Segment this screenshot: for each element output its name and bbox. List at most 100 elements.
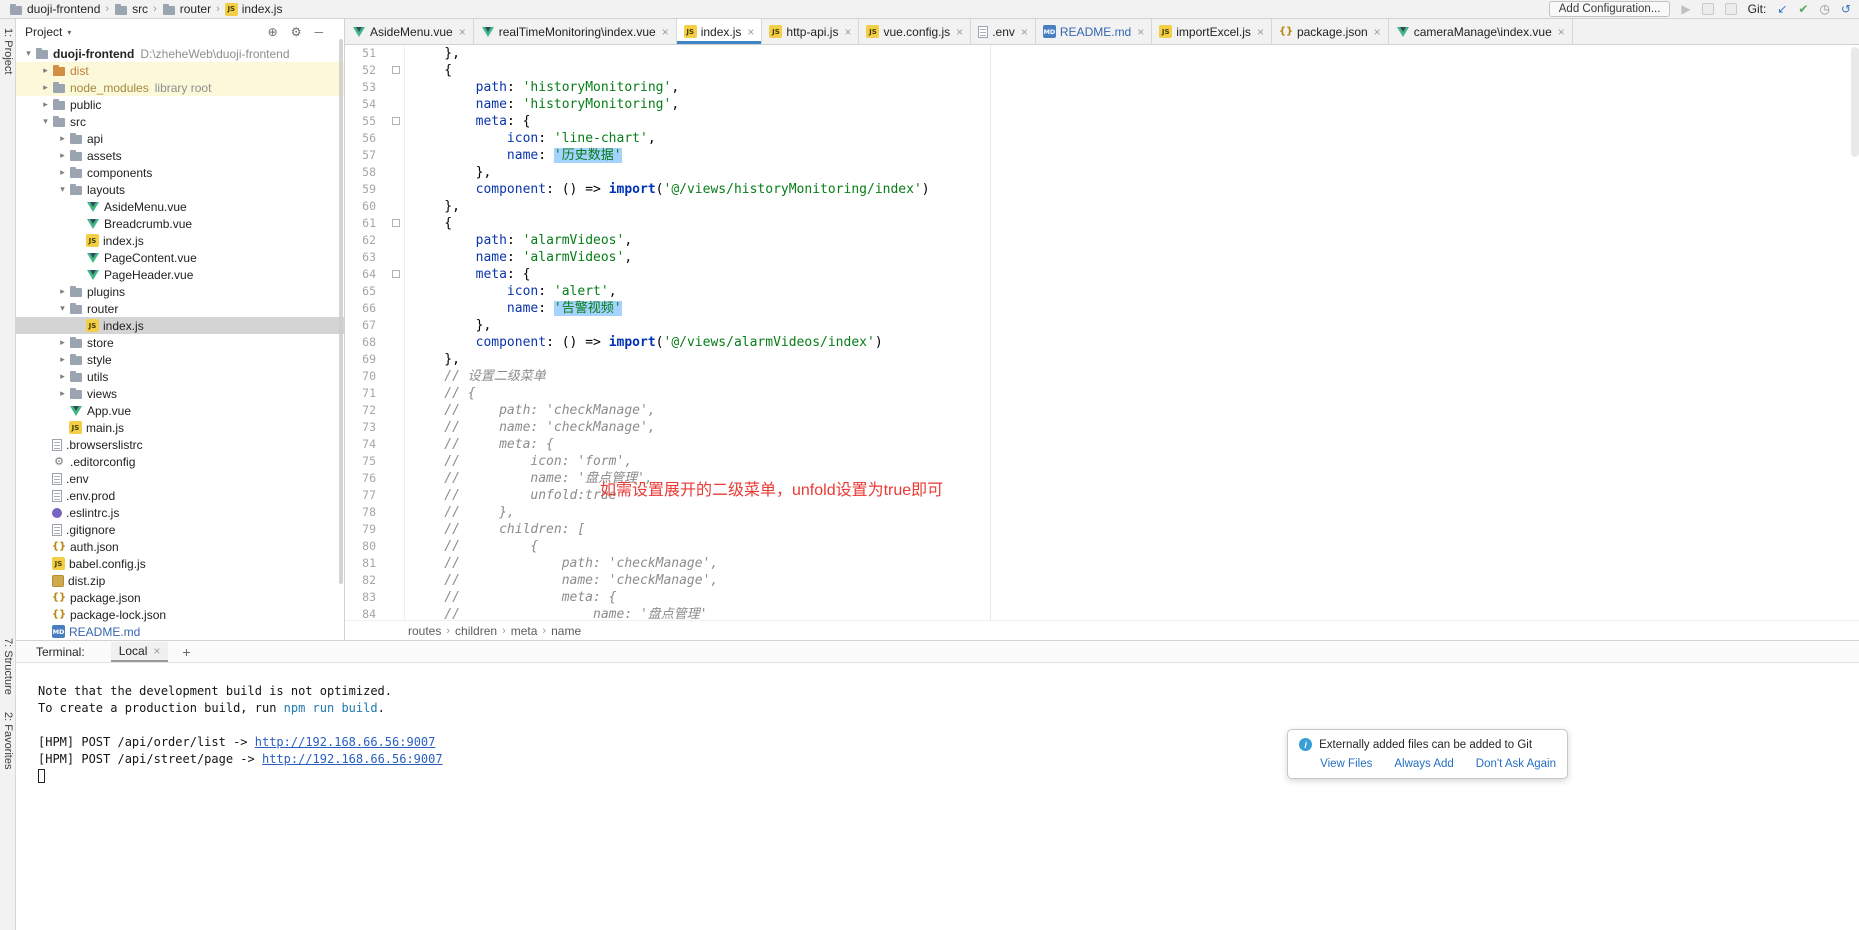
tree-item-api[interactable]: ▸api — [16, 130, 344, 147]
breadcrumb-item-children[interactable]: children — [455, 624, 497, 638]
project-view-selector[interactable]: Project ▾ — [25, 25, 71, 39]
tree-item-src[interactable]: ▾src — [16, 113, 344, 130]
tab-index-js[interactable]: JSindex.js× — [677, 19, 763, 44]
close-icon[interactable]: × — [459, 27, 466, 37]
git-rollback-icon[interactable]: ↺ — [1841, 3, 1851, 15]
notification-action-view-files[interactable]: View Files — [1320, 758, 1372, 770]
tree-item-gitignore[interactable]: .gitignore — [16, 521, 344, 538]
tool-button-favorites[interactable]: 2: Favorites — [2, 712, 14, 769]
chevron-right-icon[interactable]: ▸ — [39, 99, 52, 110]
tab-http-api-js[interactable]: JShttp-api.js× — [762, 19, 859, 44]
close-icon[interactable]: × — [1021, 27, 1028, 37]
close-icon[interactable]: × — [747, 27, 754, 37]
tab-package-json[interactable]: {}package.json× — [1272, 19, 1389, 44]
tab-vue-config-js[interactable]: JSvue.config.js× — [859, 19, 971, 44]
tree-item-node-modules[interactable]: ▸node_moduleslibrary root — [16, 79, 344, 96]
close-icon[interactable]: × — [662, 27, 669, 37]
close-icon[interactable]: × — [1558, 27, 1565, 37]
tree-item-pageheader-vue[interactable]: PageHeader.vue — [16, 266, 344, 283]
chevron-right-icon[interactable]: ▸ — [56, 371, 69, 382]
tab-asidemenu-vue[interactable]: AsideMenu.vue× — [345, 19, 474, 44]
notification-action-always-add[interactable]: Always Add — [1394, 758, 1453, 770]
tree-item-package-lock-json[interactable]: {}package-lock.json — [16, 606, 344, 623]
locate-file-icon[interactable]: ⊕ — [268, 25, 278, 39]
chevron-right-icon[interactable]: ▸ — [56, 337, 69, 348]
tree-item-babel-config-js[interactable]: JSbabel.config.js — [16, 555, 344, 572]
chevron-right-icon[interactable]: ▸ — [56, 133, 69, 144]
close-icon[interactable]: × — [1257, 27, 1264, 37]
terminal-output[interactable]: Note that the development build is not o… — [16, 663, 1859, 785]
close-icon[interactable]: × — [153, 644, 160, 658]
tree-item-main-js[interactable]: JSmain.js — [16, 419, 344, 436]
fold-icon[interactable] — [392, 117, 400, 125]
chevron-right-icon[interactable]: ▸ — [39, 65, 52, 76]
tree-item-public[interactable]: ▸public — [16, 96, 344, 113]
tree-item-eslintrc-js[interactable]: .eslintrc.js — [16, 504, 344, 521]
chevron-right-icon[interactable]: ▸ — [56, 388, 69, 399]
chevron-right-icon[interactable]: ▸ — [39, 82, 52, 93]
tree-item-env[interactable]: .env — [16, 470, 344, 487]
tab-realtimemonitoring-index-vue[interactable]: realTimeMonitoring\index.vue× — [474, 19, 677, 44]
breadcrumb-item-router[interactable]: router — [162, 2, 211, 16]
debug-icon[interactable] — [1702, 3, 1714, 15]
terminal-link[interactable]: http://192.168.66.56:9007 — [255, 735, 436, 749]
tree-item-readme-md[interactable]: MDREADME.md — [16, 623, 344, 640]
tree-item-duoji-frontend[interactable]: ▾duoji-frontendD:\zheheWeb\duoji-fronten… — [16, 45, 344, 62]
hide-panel-icon[interactable]: ─ — [314, 25, 323, 39]
chevron-down-icon[interactable]: ▾ — [22, 48, 35, 59]
tool-button-structure[interactable]: 7: Structure — [2, 638, 14, 695]
breadcrumb-item-index-js[interactable]: JSindex.js — [225, 2, 283, 16]
tab-cameramanage-index-vue[interactable]: cameraManage\index.vue× — [1389, 19, 1573, 44]
tree-item-asidemenu-vue[interactable]: AsideMenu.vue — [16, 198, 344, 215]
git-update-icon[interactable]: ↙ — [1777, 3, 1787, 15]
git-commit-icon[interactable]: ✔ — [1798, 3, 1808, 15]
tree-item-assets[interactable]: ▸assets — [16, 147, 344, 164]
tree-item-index-js[interactable]: JSindex.js — [16, 232, 344, 249]
new-terminal-icon[interactable]: + — [182, 644, 190, 660]
tree-item-browserslistrc[interactable]: .browserslistrc — [16, 436, 344, 453]
chevron-down-icon[interactable]: ▾ — [56, 184, 69, 195]
tree-item-utils[interactable]: ▸utils — [16, 368, 344, 385]
terminal-link[interactable]: http://192.168.66.56:9007 — [262, 752, 443, 766]
breadcrumb-item-meta[interactable]: meta — [511, 624, 538, 638]
git-history-icon[interactable]: ◷ — [1819, 3, 1829, 15]
fold-icon[interactable] — [392, 219, 400, 227]
terminal-tab-local[interactable]: Local × — [111, 642, 169, 662]
breadcrumb-item-duoji-frontend[interactable]: duoji-frontend — [9, 2, 100, 16]
chevron-down-icon[interactable]: ▾ — [56, 303, 69, 314]
tab-importexcel-js[interactable]: JSimportExcel.js× — [1152, 19, 1272, 44]
chevron-right-icon[interactable]: ▸ — [56, 286, 69, 297]
tree-item-env-prod[interactable]: .env.prod — [16, 487, 344, 504]
tree-item-store[interactable]: ▸store — [16, 334, 344, 351]
close-icon[interactable]: × — [1137, 27, 1144, 37]
chevron-right-icon[interactable]: ▸ — [56, 354, 69, 365]
tree-item-package-json[interactable]: {}package.json — [16, 589, 344, 606]
coverage-icon[interactable] — [1725, 3, 1737, 15]
tool-button-project[interactable]: 1: Project — [2, 28, 14, 74]
tree-item-components[interactable]: ▸components — [16, 164, 344, 181]
close-icon[interactable]: × — [844, 27, 851, 37]
tree-item-app-vue[interactable]: App.vue — [16, 402, 344, 419]
tree-item-plugins[interactable]: ▸plugins — [16, 283, 344, 300]
tree-item-dist-zip[interactable]: dist.zip — [16, 572, 344, 589]
tab-env[interactable]: .env× — [971, 19, 1036, 44]
project-tree-scrollbar[interactable] — [339, 39, 343, 584]
editor-code[interactable]: 如需设置展开的二级菜单，unfold设置为true即可 51 },52 {53 … — [345, 45, 1859, 620]
chevron-right-icon[interactable]: ▸ — [56, 150, 69, 161]
run-icon[interactable]: ▶ — [1681, 3, 1690, 15]
add-configuration-button[interactable]: Add Configuration... — [1549, 1, 1671, 17]
tree-item-index-js[interactable]: JSindex.js — [16, 317, 344, 334]
fold-icon[interactable] — [392, 270, 400, 278]
tab-readme-md[interactable]: MDREADME.md× — [1036, 19, 1152, 44]
tree-item-style[interactable]: ▸style — [16, 351, 344, 368]
breadcrumb-item-src[interactable]: src — [114, 2, 148, 16]
tree-item-breadcrumb-vue[interactable]: Breadcrumb.vue — [16, 215, 344, 232]
tree-item-views[interactable]: ▸views — [16, 385, 344, 402]
breadcrumb-item-routes[interactable]: routes — [408, 624, 441, 638]
editor-scrollbar[interactable] — [1851, 47, 1859, 157]
fold-icon[interactable] — [392, 66, 400, 74]
tree-item-layouts[interactable]: ▾layouts — [16, 181, 344, 198]
chevron-right-icon[interactable]: ▸ — [56, 167, 69, 178]
tree-item-auth-json[interactable]: {}auth.json — [16, 538, 344, 555]
chevron-down-icon[interactable]: ▾ — [39, 116, 52, 127]
